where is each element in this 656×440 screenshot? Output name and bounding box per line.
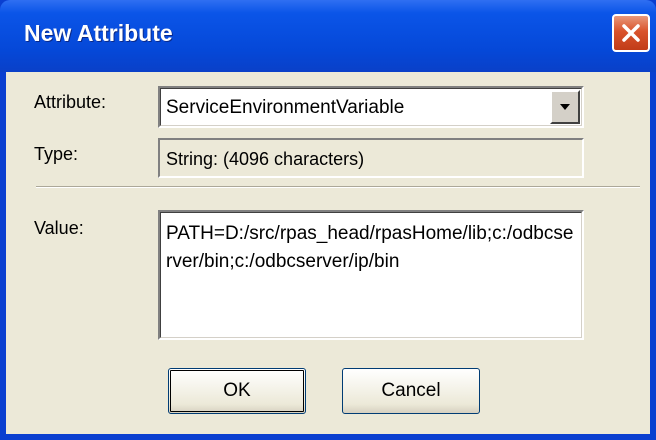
attribute-dropdown-button[interactable]: [550, 90, 580, 124]
type-value: String: (4096 characters): [166, 149, 365, 169]
attribute-selected-value: ServiceEnvironmentVariable: [166, 97, 405, 118]
attribute-dropdown[interactable]: ServiceEnvironmentVariable: [158, 86, 584, 128]
chevron-down-icon: [560, 104, 570, 110]
separator: [36, 186, 640, 188]
type-readonly-field: String: (4096 characters): [158, 138, 584, 178]
attribute-label: Attribute:: [34, 92, 107, 112]
value-textarea[interactable]: PATH=D:/src/rpas_head/rpasHome/lib;c:/od…: [158, 210, 584, 340]
ok-button[interactable]: OK: [168, 368, 306, 414]
value-text: PATH=D:/src/rpas_head/rpasHome/lib;c:/od…: [166, 223, 574, 272]
dialog-window: New Attribute Attribute: ServiceEnvironm…: [0, 0, 656, 440]
window-title: New Attribute: [24, 20, 173, 46]
close-button[interactable]: [612, 14, 650, 52]
dialog-body: Attribute: ServiceEnvironmentVariable Ty…: [6, 72, 650, 434]
type-label: Type:: [34, 144, 79, 164]
title-bar[interactable]: New Attribute: [0, 0, 656, 72]
value-label: Value:: [34, 218, 84, 238]
cancel-button[interactable]: Cancel: [342, 368, 480, 414]
close-icon: [622, 24, 640, 42]
